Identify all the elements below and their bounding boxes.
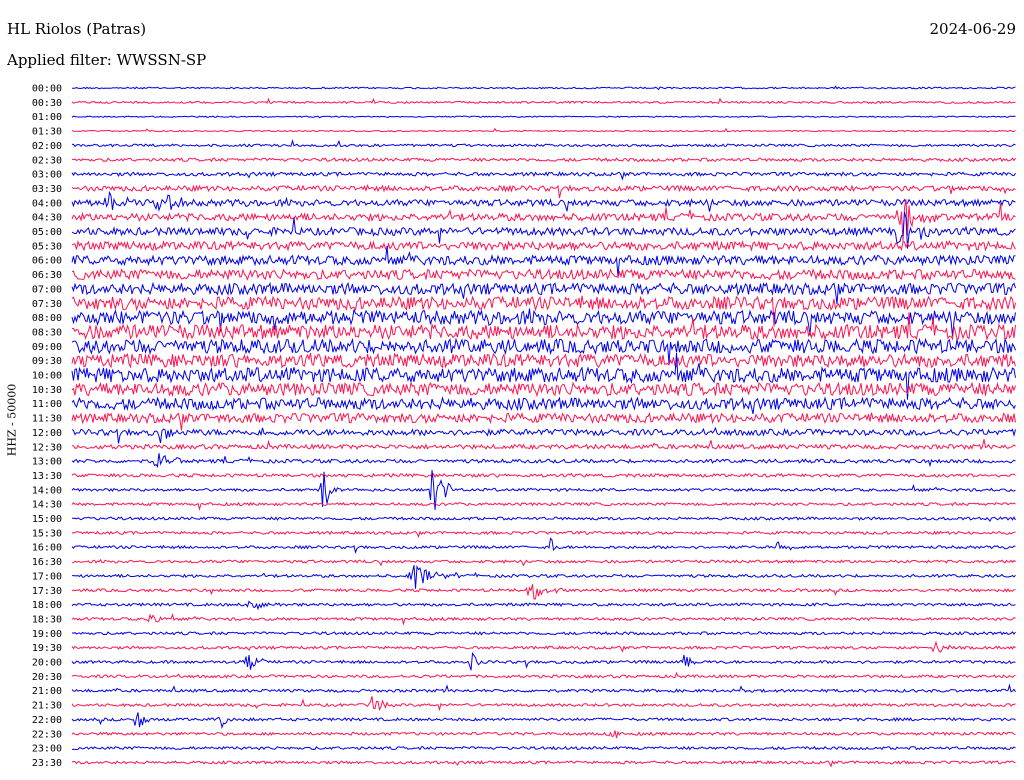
time-tick-label: 23:00: [32, 744, 62, 755]
time-tick-label: 07:00: [32, 284, 62, 295]
trace-line: [71, 472, 1016, 479]
trace-line: [71, 183, 1016, 199]
time-tick-label: 17:00: [32, 571, 62, 582]
time-tick-label: 01:00: [32, 112, 62, 123]
time-tick-label: 14:30: [32, 500, 62, 511]
trace-line: [71, 412, 1016, 431]
time-tick-label: 07:30: [32, 299, 62, 310]
trace-line: [71, 171, 1016, 181]
seismogram-plot: 00:00 00:30 01:00 01:30 02:00 02:30 03:00 03:30…: [32, 84, 1016, 769]
time-tick-label: 11:00: [32, 399, 62, 410]
trace-line: [71, 352, 1016, 369]
trace-line: [71, 537, 1016, 554]
time-tick-label: 22:00: [32, 715, 62, 726]
time-tick-label: 14:00: [32, 485, 62, 496]
time-tick-label: 06:00: [32, 256, 62, 267]
trace-line: [71, 246, 1016, 277]
time-tick-label: 03:00: [32, 170, 62, 181]
time-tick-label: 03:30: [32, 184, 62, 195]
time-tick-label: 04:30: [32, 213, 62, 224]
time-tick-label: 00:00: [32, 84, 62, 95]
time-tick-label: 00:30: [32, 98, 62, 109]
trace-line: [71, 453, 1016, 468]
time-tick-label: 10:30: [32, 385, 62, 396]
time-tick-label: 23:30: [32, 758, 62, 769]
trace-line: [71, 760, 1016, 768]
time-tick-label: 12:30: [32, 442, 62, 453]
time-tick-label: 13:30: [32, 471, 62, 482]
time-tick-label: 15:00: [32, 514, 62, 525]
time-tick-label: 08:30: [32, 327, 62, 338]
time-tick-label: 10:00: [32, 371, 62, 382]
time-tick-label: 09:30: [32, 356, 62, 367]
trace-line: [71, 530, 1016, 538]
trace-line: [71, 600, 1016, 611]
trace-line: [71, 564, 1016, 589]
trace-line: [71, 97, 1016, 105]
time-tick-label: 22:30: [32, 729, 62, 740]
time-tick-label: 13:00: [32, 457, 62, 468]
time-tick-label: 17:30: [32, 586, 62, 597]
time-tick-label: 12:00: [32, 428, 62, 439]
time-tick-label: 05:30: [32, 241, 62, 252]
trace-line: [71, 396, 1016, 415]
time-tick-label: 04:00: [32, 198, 62, 209]
trace-line: [71, 613, 1016, 626]
trace-line: [71, 501, 1016, 511]
time-tick-label: 11:30: [32, 414, 62, 425]
trace-line: [71, 671, 1016, 679]
time-tick-label: 16:30: [32, 557, 62, 568]
trace-line: [71, 516, 1016, 522]
time-tick-label: 09:00: [32, 342, 62, 353]
time-tick-label: 15:30: [32, 528, 62, 539]
time-tick-label: 08:00: [32, 313, 62, 324]
time-tick-label: 20:00: [32, 658, 62, 669]
trace-line: [71, 712, 1016, 730]
trace-line: [71, 696, 1016, 712]
time-tick-label: 20:30: [32, 672, 62, 683]
trace-line: [71, 381, 1016, 398]
time-tick-label: 18:00: [32, 600, 62, 611]
trace-line: [71, 115, 1016, 119]
time-tick-label: 21:00: [32, 686, 62, 697]
time-tick-label: 05:00: [32, 227, 62, 238]
time-tick-label: 01:30: [32, 127, 62, 138]
time-tick-label: 19:30: [32, 643, 62, 654]
trace-line: [71, 584, 1016, 600]
trace-line: [71, 268, 1016, 281]
trace-line: [71, 190, 1016, 212]
time-tick-label: 19:00: [32, 629, 62, 640]
trace-line: [71, 281, 1016, 305]
trace-line: [71, 426, 1016, 444]
trace-line: [72, 85, 1016, 91]
trace-line: [71, 127, 1016, 133]
time-tick-label: 16:00: [32, 543, 62, 554]
time-tick-label: 02:30: [32, 155, 62, 166]
time-tick-labels: 00:00 00:30 01:00 01:30 02:00 02:30 03:00 03:30…: [32, 84, 62, 769]
time-tick-label: 18:30: [32, 614, 62, 625]
trace-line: [71, 745, 1016, 751]
trace-line: [71, 199, 1016, 242]
trace-line: [71, 640, 1016, 653]
trace-line: [71, 157, 1016, 163]
time-tick-label: 06:30: [32, 270, 62, 281]
trace-line: [71, 139, 1016, 148]
time-tick-label: 21:30: [32, 701, 62, 712]
seismic-traces: [71, 85, 1016, 768]
time-tick-label: 02:00: [32, 141, 62, 152]
trace-line: [71, 730, 1016, 739]
trace-line: [71, 439, 1016, 451]
trace-line: [71, 239, 1016, 252]
trace-line: [71, 683, 1016, 693]
trace-line: [71, 652, 1016, 671]
trace-line: [71, 630, 1016, 636]
trace-line: [71, 558, 1016, 567]
